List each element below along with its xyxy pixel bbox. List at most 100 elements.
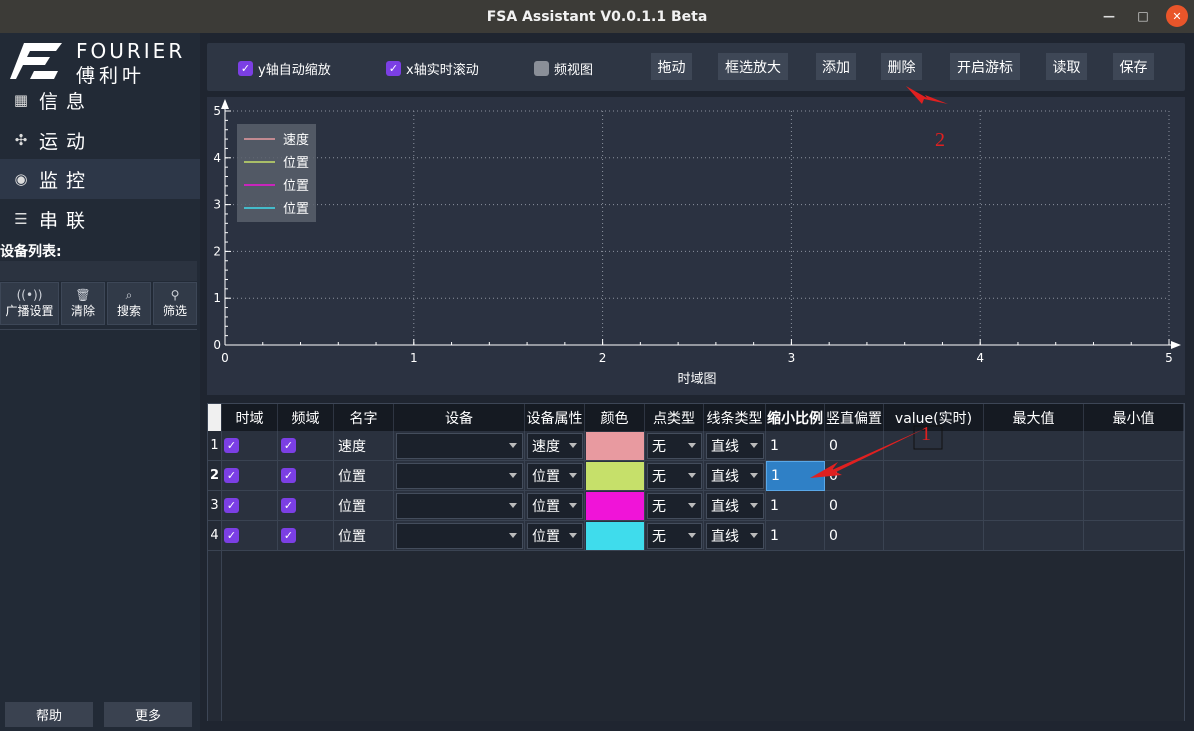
check-icon[interactable]: ✓ (224, 438, 239, 453)
check-icon[interactable]: ✓ (281, 498, 296, 513)
device-select[interactable] (396, 433, 523, 459)
point-type-select[interactable]: 无 (647, 463, 702, 489)
help-button[interactable]: 帮助 (5, 702, 93, 727)
drag-button[interactable]: 拖动 (651, 53, 692, 80)
maximize-icon[interactable]: □ (1132, 5, 1154, 27)
point-type-select[interactable]: 无 (647, 433, 702, 459)
point-type-cell: 无 (645, 461, 704, 491)
line-type-select[interactable]: 直线 (706, 493, 764, 519)
row-number[interactable]: 3 (208, 491, 222, 521)
close-icon[interactable]: ✕ (1166, 5, 1188, 27)
nav-item-monitor[interactable]: ◉ 监控 (0, 159, 200, 199)
nav-item-series[interactable]: ☰ 串联 (0, 199, 200, 239)
clear-button[interactable]: 🗑 清除 (61, 282, 105, 325)
minimize-icon[interactable]: — (1098, 5, 1120, 27)
sliders-icon: ☰ (14, 210, 28, 228)
table-corner[interactable] (208, 404, 222, 431)
column-header[interactable]: value(实时) (884, 404, 984, 431)
row-number[interactable]: 2 (208, 461, 222, 491)
name-cell[interactable]: 速度 (334, 431, 394, 461)
column-header[interactable]: 点类型 (645, 404, 704, 431)
line-type-select[interactable]: 直线 (706, 433, 764, 459)
offset-cell[interactable]: 0 (825, 491, 884, 521)
enable-cursor-button[interactable]: 开启游标 (950, 53, 1020, 80)
min-cell (1084, 491, 1184, 521)
table-row: 4 ✓ ✓ 位置 位置无直线 1 0 (208, 521, 1184, 551)
color-cell (585, 431, 645, 461)
name-cell[interactable]: 位置 (334, 491, 394, 521)
scale-cell[interactable]: 1 (766, 431, 825, 461)
frequency-view-checkbox[interactable]: 频视图 (534, 59, 593, 78)
device-select[interactable] (396, 493, 523, 519)
column-header[interactable]: 时域 (222, 404, 278, 431)
check-icon[interactable]: ✓ (224, 528, 239, 543)
offset-cell[interactable]: 0 (825, 431, 884, 461)
color-swatch[interactable] (586, 492, 644, 520)
checkbox-label: 频视图 (554, 63, 594, 78)
filter-button[interactable]: ⚲ 筛选 (153, 282, 197, 325)
color-swatch[interactable] (586, 522, 644, 550)
x-realtime-scroll-checkbox[interactable]: ✓ x轴实时滚动 (386, 59, 479, 78)
search-button[interactable]: ⌕ 搜索 (107, 282, 151, 325)
device-cell (394, 521, 525, 551)
nav-label: 串联 (39, 209, 94, 232)
save-button[interactable]: 保存 (1113, 53, 1154, 80)
check-icon[interactable]: ✓ (224, 468, 239, 483)
point-type-select[interactable]: 无 (647, 493, 702, 519)
delete-button[interactable]: 删除 (881, 53, 922, 80)
attribute-select[interactable]: 位置 (527, 493, 583, 519)
row-number[interactable]: 4 (208, 521, 222, 551)
column-header[interactable]: 缩小比例 (766, 404, 825, 431)
box-zoom-button[interactable]: 框选放大 (718, 53, 788, 80)
chevron-down-icon (688, 443, 696, 448)
max-cell (984, 461, 1084, 491)
name-cell[interactable]: 位置 (334, 461, 394, 491)
device-select[interactable] (396, 523, 523, 549)
more-button[interactable]: 更多 (104, 702, 192, 727)
line-type-select[interactable]: 直线 (706, 463, 764, 489)
column-header[interactable]: 线条类型 (704, 404, 766, 431)
attribute-select[interactable]: 位置 (527, 463, 583, 489)
legend-entry: 位置 (283, 179, 309, 194)
scale-cell[interactable]: 1 (766, 491, 825, 521)
row-number[interactable]: 1 (208, 431, 222, 461)
nav-item-info[interactable]: ▦ 信息 (0, 80, 200, 120)
name-cell[interactable]: 位置 (334, 521, 394, 551)
attribute-select[interactable]: 位置 (527, 523, 583, 549)
column-header[interactable]: 竖直偏置 (825, 404, 884, 431)
line-type-select[interactable]: 直线 (706, 523, 764, 549)
filter-icon: ⚲ (170, 288, 180, 302)
sidebar: FOURIER 傅利叶 ▦ 信息 ✣ 运动 ◉ 监控 ☰ 串联 设备列表: ((… (0, 33, 200, 731)
check-icon[interactable]: ✓ (281, 438, 296, 453)
time-domain-chart[interactable]: 0 1 2 3 4 5 0 1 2 3 4 5 时域图 速度 位置 位置 位置 (207, 97, 1185, 395)
check-icon[interactable]: ✓ (281, 528, 296, 543)
column-header[interactable]: 颜色 (585, 404, 645, 431)
scale-cell[interactable]: 1 (766, 461, 825, 491)
column-header[interactable]: 设备属性 (525, 404, 585, 431)
color-swatch[interactable] (586, 432, 644, 460)
attribute-select[interactable]: 速度 (527, 433, 583, 459)
broadcast-settings-button[interactable]: ((•)) 广播设置 (0, 282, 59, 325)
color-swatch[interactable] (586, 462, 644, 490)
column-header[interactable]: 最大值 (984, 404, 1084, 431)
point-type-select[interactable]: 无 (647, 523, 702, 549)
check-icon[interactable]: ✓ (281, 468, 296, 483)
device-select[interactable] (396, 463, 523, 489)
time-domain-cell: ✓ (222, 431, 278, 461)
nav-item-motion[interactable]: ✣ 运动 (0, 120, 200, 160)
unchecked-box-icon (534, 61, 549, 76)
color-cell (585, 461, 645, 491)
device-list[interactable] (0, 329, 197, 699)
read-button[interactable]: 读取 (1046, 53, 1087, 80)
offset-cell[interactable]: 0 (825, 461, 884, 491)
offset-cell[interactable]: 0 (825, 521, 884, 551)
column-header[interactable]: 最小值 (1084, 404, 1184, 431)
column-header[interactable]: 设备 (394, 404, 525, 431)
y-auto-scale-checkbox[interactable]: ✓ y轴自动缩放 (238, 59, 331, 78)
add-button[interactable]: 添加 (816, 53, 856, 80)
scale-cell[interactable]: 1 (766, 521, 825, 551)
button-label: 搜索 (116, 304, 141, 318)
column-header[interactable]: 名字 (334, 404, 394, 431)
column-header[interactable]: 频域 (278, 404, 334, 431)
check-icon[interactable]: ✓ (224, 498, 239, 513)
